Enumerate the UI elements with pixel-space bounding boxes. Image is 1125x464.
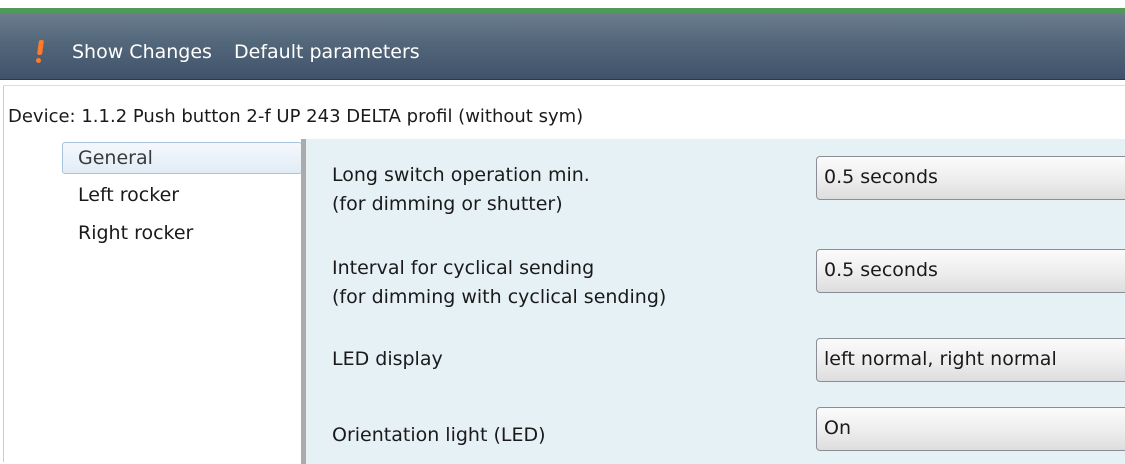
param-label-led-display: LED display [332, 348, 443, 370]
default-parameters-button[interactable]: Default parameters [234, 39, 420, 65]
exclamation-icon[interactable] [34, 37, 46, 65]
parameter-editor: Device: 1.1.2 Push button 2-f UP 243 DEL… [3, 85, 1125, 464]
long-switch-select[interactable]: 0.5 seconds [816, 156, 1125, 200]
nav-item-general[interactable]: General [62, 142, 302, 174]
device-title: Device: 1.1.2 Push button 2-f UP 243 DEL… [8, 106, 584, 127]
app-window: Show Changes Default parameters Device: … [0, 0, 1125, 464]
param-sublabel-long-switch: (for dimming or shutter) [332, 193, 563, 215]
nav-item-left-rocker[interactable]: Left rocker [60, 180, 300, 212]
cyclical-interval-select[interactable]: 0.5 seconds [816, 249, 1125, 293]
param-label-cyclical-interval: Interval for cyclical sending [332, 257, 595, 279]
param-sublabel-cyclical-interval: (for dimming with cyclical sending) [332, 286, 667, 308]
led-display-select[interactable]: left normal, right normal [816, 338, 1125, 382]
toolbar: Show Changes Default parameters [0, 13, 1125, 80]
orientation-light-select[interactable]: On [816, 407, 1125, 451]
parameter-panel: Long switch operation min. (for dimming … [306, 139, 1125, 464]
param-label-orientation-light: Orientation light (LED) [332, 424, 546, 446]
nav-item-right-rocker[interactable]: Right rocker [60, 218, 300, 250]
param-label-long-switch: Long switch operation min. [332, 164, 590, 186]
exclamation-icon-bar [36, 40, 45, 55]
exclamation-icon-dot [36, 58, 41, 63]
show-changes-button[interactable]: Show Changes [72, 39, 212, 65]
